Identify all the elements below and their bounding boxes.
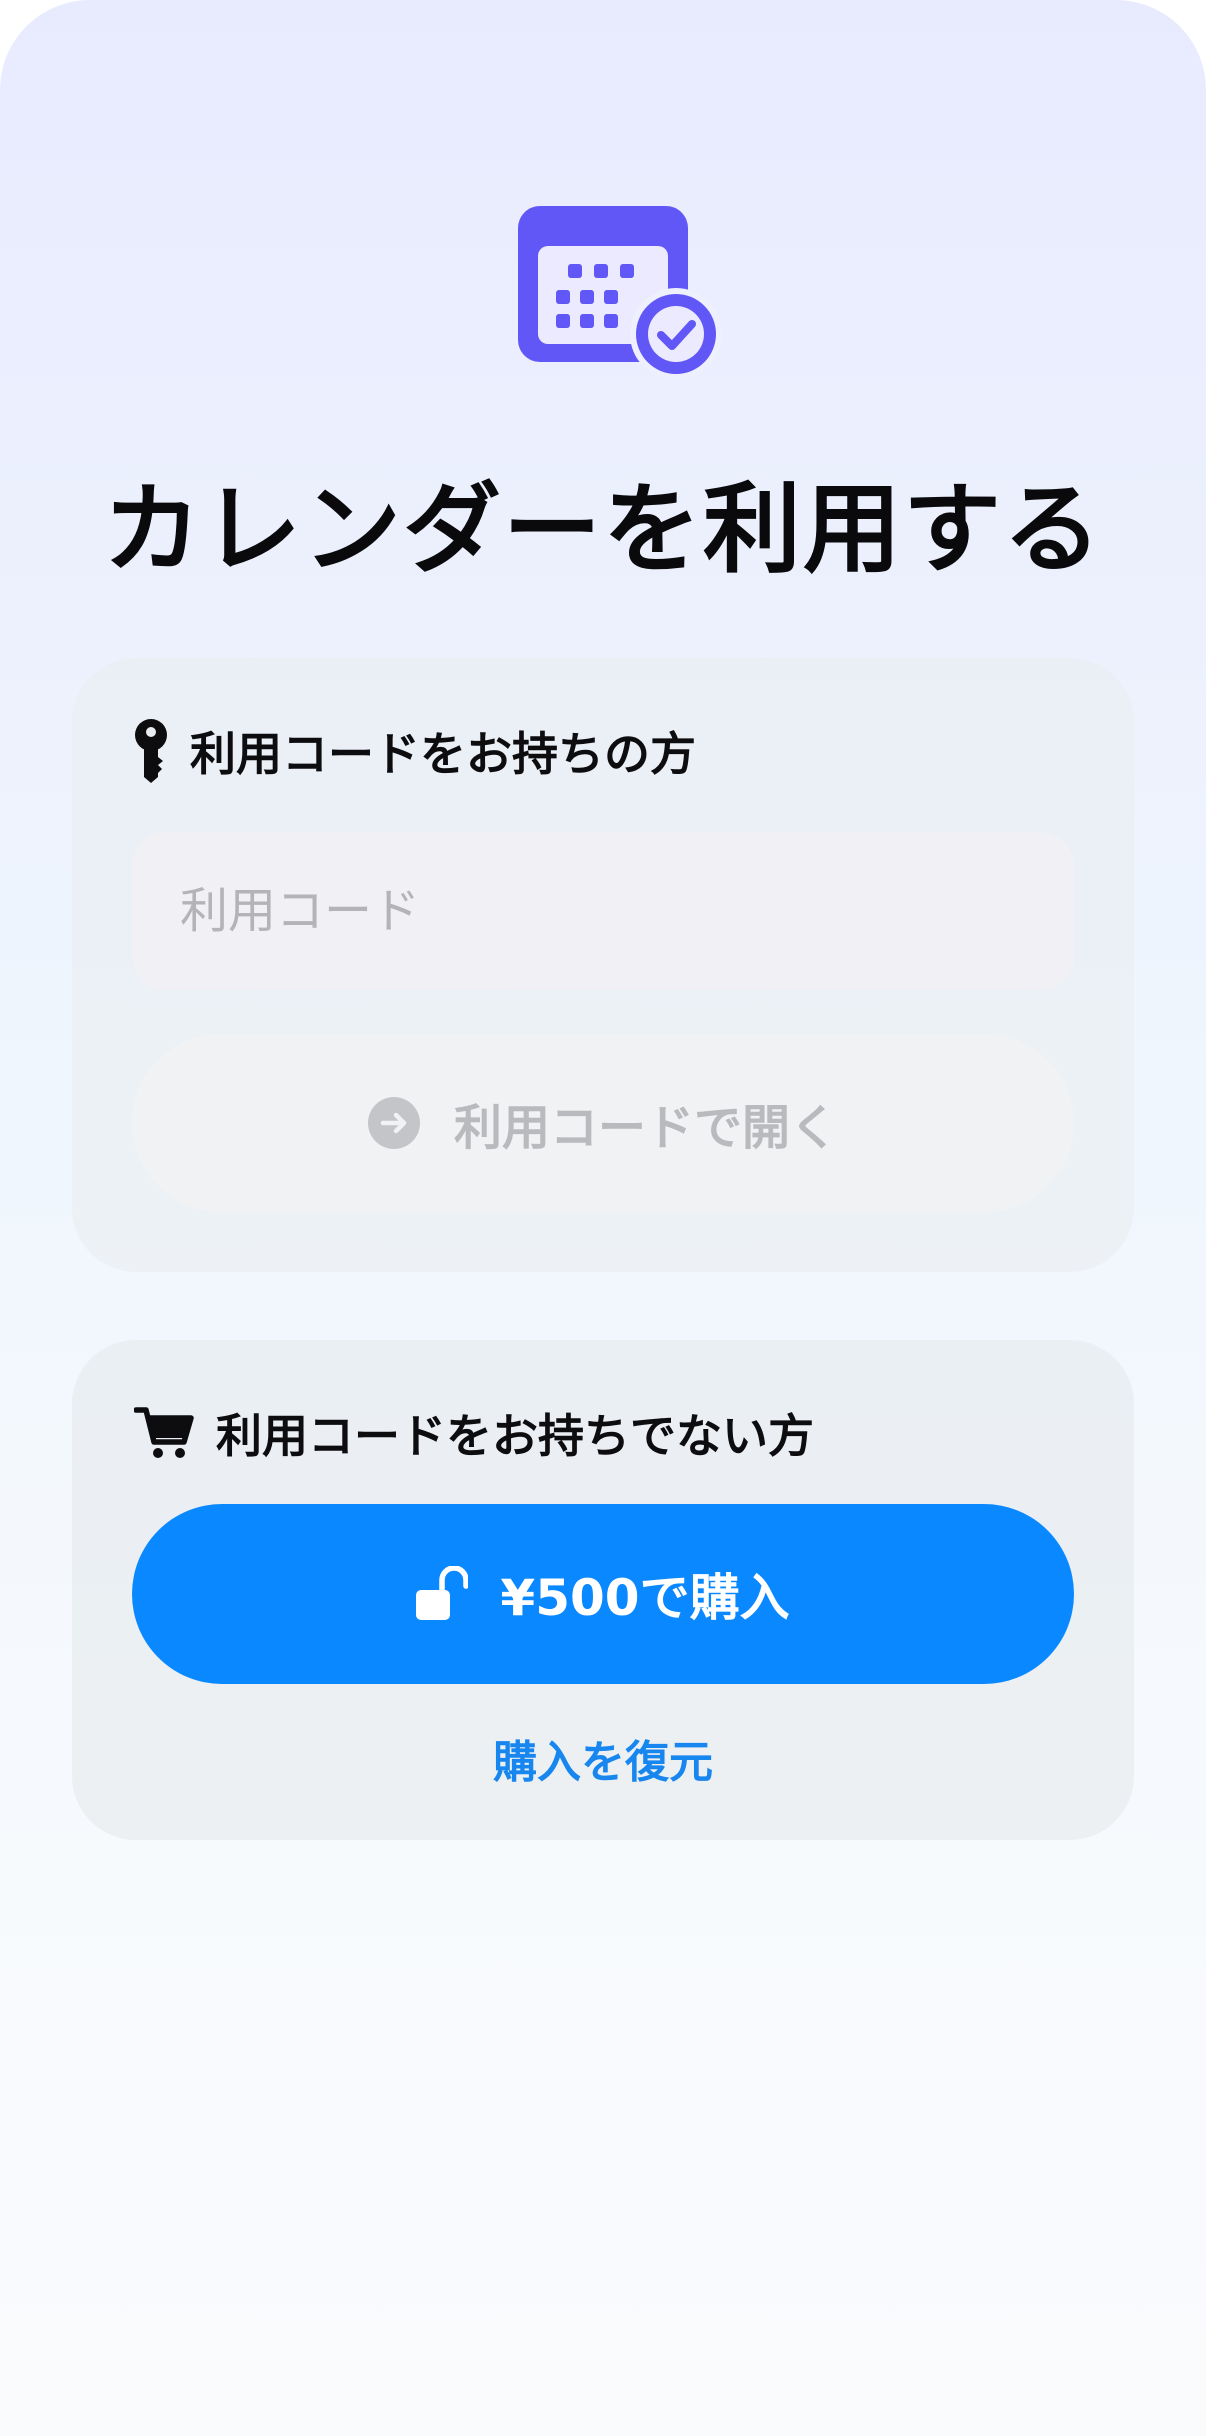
restore-purchase-link[interactable]: 購入を復元 [72,1726,1134,1790]
open-with-code-button[interactable]: 利用コードで開く [132,1034,1074,1212]
buy-button[interactable]: ¥500で購入 [132,1504,1074,1684]
calendar-check-icon [518,206,722,380]
key-icon [135,719,167,783]
no-code-header: 利用コードをお持ちでない方 [134,1400,814,1466]
open-with-code-label: 利用コードで開く [453,1100,838,1156]
has-code-heading: 利用コードをお持ちの方 [190,727,696,781]
no-code-heading: 利用コードをお持ちでない方 [216,1409,814,1463]
arrow-right-circle-icon [367,1097,420,1149]
has-code-card: 利用コードをお持ちの方 利用コードで開く [72,658,1134,1272]
has-code-header: 利用コードをお持ちの方 [134,718,696,784]
buy-button-label: ¥500で購入 [500,1569,790,1627]
usage-code-input[interactable] [132,832,1074,990]
cart-icon [134,1407,194,1458]
unlock-icon [416,1566,469,1620]
calendar-unlock-screen: カレンダーを利用する 利用コードをお持ちの方 利用コードで開く [0,0,1206,2436]
page-title: カレンダーを利用する [102,473,1103,587]
no-code-card: 利用コードをお持ちでない方 ¥500で購入 購入を復元 [72,1340,1134,1840]
